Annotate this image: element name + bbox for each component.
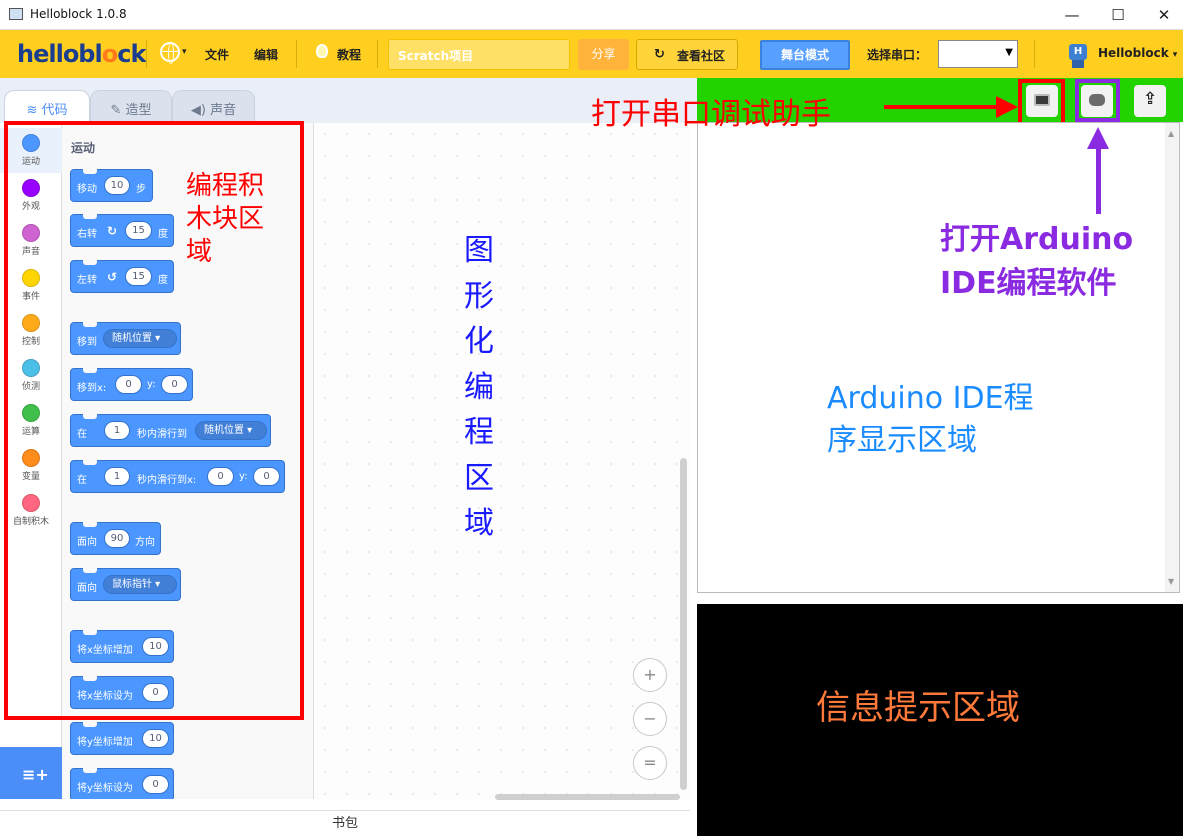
menu-bar: helloblock ▾ 文件 编辑 教程 Scratch项目 分享 ↻ 查看社区…	[0, 30, 1183, 78]
block-set-y[interactable]: 将y坐标设为 0	[70, 768, 174, 799]
zoom-reset-button[interactable]: =	[633, 746, 667, 780]
highlight-serial-button	[1018, 79, 1065, 128]
user-menu[interactable]: Helloblock ▾	[1098, 46, 1177, 60]
code-icon: ≋	[26, 103, 42, 118]
upload-icon: ⇪	[1143, 89, 1158, 109]
minimize-button[interactable]: —	[1049, 0, 1095, 30]
annotation-info-area: 信息提示区域	[816, 688, 1020, 728]
block-input[interactable]: 0	[142, 775, 169, 794]
tab-costumes[interactable]: ✎ 造型	[90, 90, 172, 124]
brush-icon: ✎	[110, 103, 126, 118]
maximize-button[interactable]: ☐	[1095, 0, 1141, 30]
chevron-down-icon[interactable]: ▾	[182, 47, 187, 57]
zoom-out-button[interactable]: −	[633, 702, 667, 736]
stage-mode-button[interactable]: 舞台模式	[760, 40, 850, 70]
highlight-arduino-button	[1075, 79, 1120, 122]
code-workspace[interactable]	[314, 123, 690, 799]
menu-file[interactable]: 文件	[205, 46, 229, 63]
arrow-up-icon	[1096, 144, 1101, 214]
menu-edit[interactable]: 编辑	[254, 46, 278, 63]
menu-divider	[146, 40, 147, 68]
zoom-in-button[interactable]: +	[633, 658, 667, 692]
annotation-arduino: 打开Arduino IDE编程软件	[940, 222, 1134, 301]
backpack-bar[interactable]: 书包	[0, 810, 690, 836]
tab-code[interactable]: ≋ 代码	[4, 90, 90, 124]
arrow-right-icon	[996, 96, 1018, 118]
block-input[interactable]: 10	[142, 729, 169, 748]
app-icon	[9, 8, 23, 20]
arduino-code-panel[interactable]: ▲ ▼	[697, 122, 1180, 593]
project-title-input[interactable]: Scratch项目	[388, 39, 570, 70]
serial-port-select[interactable]: ▼	[938, 40, 1018, 68]
workspace-vertical-scrollbar[interactable]	[680, 458, 687, 790]
annotation-ide-area: Arduino IDE程 序显示区域	[827, 381, 1034, 458]
helloblock-logo[interactable]: helloblock	[17, 40, 146, 68]
robot-avatar-icon: H	[1066, 40, 1090, 68]
annotation-blocks-area: 编程积 木块区 域	[186, 171, 265, 267]
close-button[interactable]: ✕	[1141, 0, 1183, 30]
menu-divider	[296, 40, 297, 68]
tab-sounds[interactable]: ◀) 声音	[172, 90, 255, 124]
arrow-right-icon	[884, 105, 1000, 109]
menu-tutorial[interactable]: 教程	[337, 46, 361, 63]
menu-divider	[1034, 40, 1035, 68]
see-community-button[interactable]: ↻ 查看社区	[636, 39, 738, 70]
lightbulb-icon	[316, 44, 328, 58]
add-extension-icon: ≡+	[22, 765, 49, 784]
block-change-y[interactable]: 将y坐标增加 10	[70, 722, 174, 755]
code-panel-scrollbar[interactable]: ▲ ▼	[1165, 123, 1179, 592]
workspace-horizontal-scrollbar[interactable]	[495, 794, 680, 800]
annotation-serial: 打开串口调试助手	[591, 97, 831, 132]
add-extension-button[interactable]: ≡+	[0, 747, 62, 799]
language-globe-icon[interactable]	[160, 42, 180, 64]
refresh-icon: ↻	[654, 47, 665, 62]
menu-divider	[377, 40, 378, 68]
arrow-up-icon	[1087, 127, 1109, 149]
share-button[interactable]: 分享	[578, 39, 629, 70]
chevron-down-icon: ▾	[1172, 50, 1178, 60]
upload-button[interactable]: ⇪	[1134, 85, 1166, 117]
select-port-label: 选择串口：	[867, 48, 928, 62]
speaker-icon: ◀)	[190, 103, 211, 118]
window-titlebar: Helloblock 1.0.8 — ☐ ✕	[0, 0, 1183, 30]
annotation-code-area: 图形化编程区域	[464, 233, 494, 541]
dropdown-arrow-icon: ▼	[1005, 47, 1013, 58]
window-title: Helloblock 1.0.8	[30, 7, 127, 21]
